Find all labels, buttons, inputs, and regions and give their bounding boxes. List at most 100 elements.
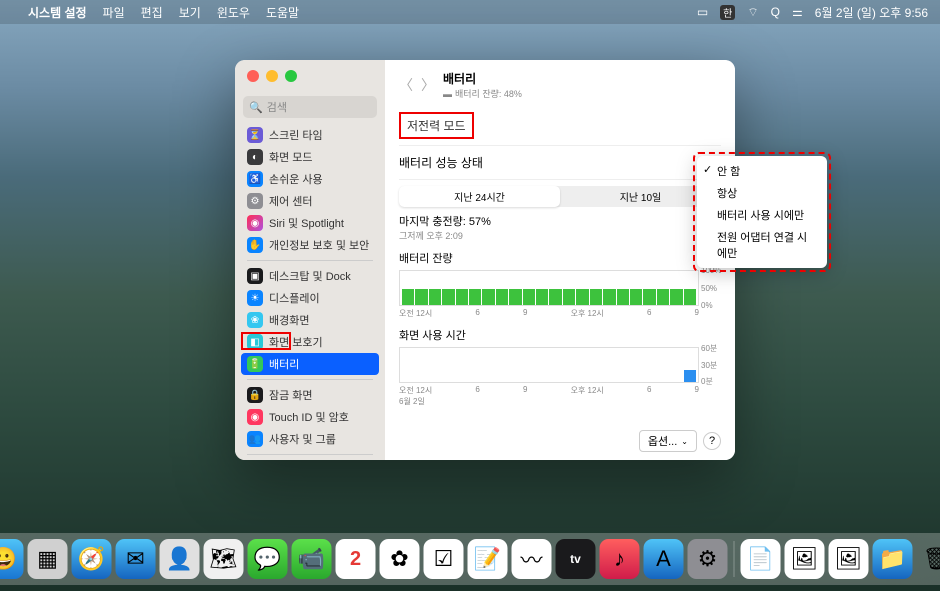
battery-status-label: 배터리 성능 상태 bbox=[399, 154, 483, 171]
sidebar-item-label: 디스플레이 bbox=[269, 290, 320, 306]
sidebar-item-label: 손쉬운 사용 bbox=[269, 171, 323, 187]
battery-remain-chart: 100%50%0% bbox=[399, 270, 721, 306]
sidebar-item-17[interactable]: 🔑암호 bbox=[241, 459, 379, 460]
sidebar-item-8[interactable]: ☀디스플레이 bbox=[241, 287, 379, 309]
search-icon: 🔍 bbox=[249, 101, 263, 114]
sidebar-item-14[interactable]: ◉Touch ID 및 암호 bbox=[241, 406, 379, 428]
back-button[interactable]: 〈 bbox=[399, 75, 413, 95]
search-input[interactable]: 🔍 검색 bbox=[243, 96, 377, 118]
page-title: 배터리 bbox=[443, 70, 522, 87]
sidebar-item-label: Siri 및 Spotlight bbox=[269, 215, 344, 231]
dock-folder-icon[interactable]: 📁 bbox=[873, 539, 913, 579]
chart-bar bbox=[469, 289, 481, 305]
dock-finder-icon[interactable]: 😀 bbox=[0, 539, 24, 579]
sidebar-icon: ⏳ bbox=[247, 127, 263, 143]
forward-button[interactable]: 〉 bbox=[421, 75, 435, 95]
zoom-button[interactable] bbox=[285, 70, 297, 82]
dropdown-item-0[interactable]: 안 함 bbox=[697, 160, 827, 182]
chart-bar bbox=[456, 289, 468, 305]
sidebar-item-10[interactable]: ◧화면 보호기 bbox=[241, 331, 379, 353]
dock-facetime-icon[interactable]: 📹 bbox=[292, 539, 332, 579]
sidebar-item-label: Touch ID 및 암호 bbox=[269, 409, 349, 425]
sidebar-item-0[interactable]: ⏳스크린 타임 bbox=[241, 124, 379, 146]
sidebar-item-label: 사용자 및 그룹 bbox=[269, 431, 336, 447]
search-placeholder: 검색 bbox=[267, 99, 287, 115]
chart-bar bbox=[563, 289, 575, 305]
sidebar-icon: ✋ bbox=[247, 237, 263, 253]
sidebar-icon: ◐ bbox=[247, 149, 263, 165]
sidebar-icon: 👥 bbox=[247, 431, 263, 447]
sidebar-icon: ⚙ bbox=[247, 193, 263, 209]
menu-help[interactable]: 도움말 bbox=[266, 4, 299, 21]
sidebar-item-13[interactable]: 🔒잠금 화면 bbox=[241, 384, 379, 406]
input-source-icon[interactable]: 한 bbox=[720, 5, 735, 20]
dropdown-item-1[interactable]: 항상 bbox=[697, 182, 827, 204]
segment-24h[interactable]: 지난 24시간 bbox=[399, 186, 560, 207]
dock-preview-icon[interactable]: 🖼 bbox=[785, 539, 825, 579]
dock-launchpad-icon[interactable]: ▦ bbox=[28, 539, 68, 579]
chart-bar bbox=[590, 289, 602, 305]
minimize-button[interactable] bbox=[266, 70, 278, 82]
system-settings-window: 🔍 검색 ⏳스크린 타임◐화면 모드 ♿ 손쉬운 사용 ⚙제어 센터◉Siri 및 S… bbox=[235, 60, 735, 460]
dock-messages-icon[interactable]: 💬 bbox=[248, 539, 288, 579]
sidebar-item-3[interactable]: ⚙제어 센터 bbox=[241, 190, 379, 212]
chart-bar bbox=[496, 289, 508, 305]
dock-preview2-icon[interactable]: 🖼 bbox=[829, 539, 869, 579]
close-button[interactable] bbox=[247, 70, 259, 82]
dropdown-item-3[interactable]: 전원 어댑터 연결 시에만 bbox=[697, 226, 827, 264]
low-power-dropdown: 안 함항상배터리 사용 시에만전원 어댑터 연결 시에만 bbox=[697, 156, 827, 268]
dock-music-icon[interactable]: ♪ bbox=[600, 539, 640, 579]
menu-file[interactable]: 파일 bbox=[103, 4, 125, 21]
sidebar-item-1[interactable]: ◐화면 모드 bbox=[241, 146, 379, 168]
dropdown-item-2[interactable]: 배터리 사용 시에만 bbox=[697, 204, 827, 226]
time-range-segment[interactable]: 지난 24시간 지난 10일 bbox=[399, 186, 721, 207]
help-button[interactable]: ? bbox=[703, 432, 721, 450]
sidebar-item-label: 화면 보호기 bbox=[269, 334, 323, 350]
dock-trash-icon[interactable]: 🗑 bbox=[917, 539, 940, 579]
dock-appstore-icon[interactable]: A bbox=[644, 539, 684, 579]
dock-freeform-icon[interactable]: 〰 bbox=[512, 539, 552, 579]
dock-contacts-icon[interactable]: 👤 bbox=[160, 539, 200, 579]
dock-notes-icon[interactable]: 📝 bbox=[468, 539, 508, 579]
control-center-icon[interactable]: ⚌ bbox=[792, 5, 803, 19]
menu-edit[interactable]: 편집 bbox=[141, 4, 163, 21]
last-charge-time: 그저께 오후 2:09 bbox=[399, 229, 721, 242]
sidebar-icon: ♿ bbox=[247, 171, 263, 187]
dock-calendar-icon[interactable]: 2 bbox=[336, 539, 376, 579]
dock-textedit-icon[interactable]: 📄 bbox=[741, 539, 781, 579]
dock-safari-icon[interactable]: 🧭 bbox=[72, 539, 112, 579]
dock-photos-icon[interactable]: ✿ bbox=[380, 539, 420, 579]
battery-status-icon[interactable]: ▭ bbox=[697, 5, 708, 19]
dock-settings-icon[interactable]: ⚙ bbox=[688, 539, 728, 579]
sidebar-item-label: 잠금 화면 bbox=[269, 387, 313, 403]
wifi-icon[interactable]: ⌔ bbox=[747, 5, 758, 20]
sidebar-item-label: 배터리 bbox=[269, 356, 299, 372]
chart-bar bbox=[415, 289, 427, 305]
spotlight-icon[interactable]: Q bbox=[771, 5, 780, 19]
chart-bar bbox=[603, 289, 615, 305]
chart-bar bbox=[657, 289, 669, 305]
sidebar-item-9[interactable]: ❀배경화면 bbox=[241, 309, 379, 331]
sidebar-item-5[interactable]: ✋개인정보 보호 및 보안 bbox=[241, 234, 379, 256]
dock-reminders-icon[interactable]: ☑ bbox=[424, 539, 464, 579]
dock-maps-icon[interactable]: 🗺 bbox=[204, 539, 244, 579]
dock-mail-icon[interactable]: ✉ bbox=[116, 539, 156, 579]
dock-tv-icon[interactable]: tv bbox=[556, 539, 596, 579]
app-menu[interactable]: 시스템 설정 bbox=[28, 4, 87, 21]
menu-view[interactable]: 보기 bbox=[179, 4, 201, 21]
menu-window[interactable]: 윈도우 bbox=[217, 4, 250, 21]
sidebar-item-2[interactable]: ♿ 손쉬운 사용 bbox=[241, 168, 379, 190]
sidebar-item-15[interactable]: 👥 사용자 및 그룹 bbox=[241, 428, 379, 450]
last-charge-label: 마지막 충전량: 57% bbox=[399, 213, 721, 229]
sidebar-item-11[interactable]: 🔋배터리 bbox=[241, 353, 379, 375]
chart-date: 6월 2일 bbox=[399, 396, 721, 407]
battery-small-icon: ▬ bbox=[443, 89, 452, 99]
chart-bar bbox=[617, 289, 629, 305]
options-button[interactable]: 옵션...⌄ bbox=[639, 430, 697, 452]
clock[interactable]: 6월 2일 (일) 오후 9:56 bbox=[815, 4, 928, 21]
sidebar-item-4[interactable]: ◉Siri 및 Spotlight bbox=[241, 212, 379, 234]
screen-time-title: 화면 사용 시간 bbox=[399, 327, 721, 343]
chart-bar bbox=[536, 289, 548, 305]
low-power-mode-label: 저전력 모드 bbox=[399, 112, 474, 139]
sidebar-item-7[interactable]: ▣데스크탑 및 Dock bbox=[241, 265, 379, 287]
